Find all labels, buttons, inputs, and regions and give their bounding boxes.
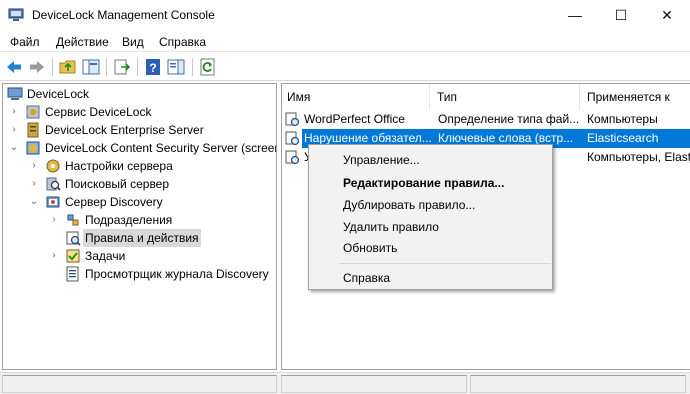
- context-menu-refresh[interactable]: Обновить: [343, 241, 397, 255]
- show-tree-icon[interactable]: [81, 57, 101, 77]
- context-menu-duplicate-rule[interactable]: Дублировать правило...: [343, 198, 475, 212]
- back-arrow-icon[interactable]: [4, 57, 24, 77]
- cell-applies-to: Elasticsearch: [582, 129, 690, 148]
- tree-item-rules-and-actions[interactable]: Правила и действия: [3, 229, 273, 247]
- cell-name: WordPerfect Office: [304, 112, 405, 126]
- tree-item-devicelock-service[interactable]: › Сервис DeviceLock: [3, 103, 273, 121]
- tree-item-label: Настройки сервера: [65, 159, 173, 173]
- column-header-name[interactable]: Имя: [282, 84, 430, 110]
- tasks-icon: [66, 249, 80, 263]
- tree-item-content-security-server[interactable]: ⌄ DeviceLock Content Security Server (sc…: [3, 139, 277, 157]
- menu-action[interactable]: Действие: [56, 35, 109, 49]
- rule-icon: [285, 112, 300, 127]
- toolbar: ?: [0, 53, 690, 81]
- chevron-right-icon[interactable]: ›: [29, 175, 39, 193]
- toolbar-separator: [137, 58, 138, 76]
- tree-item-label: Сервер Discovery: [65, 195, 163, 209]
- chevron-down-icon[interactable]: ⌄: [9, 139, 19, 157]
- rule-icon: [285, 131, 300, 146]
- cell-applies-to: Компьютеры, Elast: [587, 150, 690, 164]
- cell-applies-to: Компьютеры: [587, 112, 658, 126]
- export-icon[interactable]: [112, 57, 132, 77]
- up-folder-icon[interactable]: [58, 57, 78, 77]
- tree-item-server-settings[interactable]: › Настройки сервера: [3, 157, 273, 175]
- context-menu-help[interactable]: Справка: [343, 271, 390, 285]
- tree-item-label: Правила и действия: [83, 229, 201, 247]
- tree-item-units[interactable]: › Подразделения: [3, 211, 273, 229]
- toolbar-separator: [52, 58, 53, 76]
- context-menu-manage[interactable]: Управление...: [343, 153, 420, 167]
- tree-item-label: Сервис DeviceLock: [45, 105, 152, 119]
- chevron-right-icon[interactable]: ›: [49, 211, 59, 229]
- tree-item-label: DeviceLock: [27, 87, 90, 101]
- minimize-button[interactable]: —: [552, 0, 598, 30]
- toolbar-separator: [192, 58, 193, 76]
- computer-icon: [7, 87, 23, 100]
- rule-icon: [285, 150, 300, 165]
- window-title: DeviceLock Management Console: [32, 8, 215, 22]
- context-menu-edit-rule[interactable]: Редактирование правила...: [343, 176, 504, 190]
- status-segment: [470, 375, 686, 393]
- tree-item-devicelock[interactable]: DeviceLock: [3, 85, 273, 103]
- log-viewer-icon: [66, 266, 79, 282]
- status-bar: [0, 372, 690, 394]
- refresh-icon[interactable]: [198, 57, 218, 77]
- menu-bar: Файл Действие Вид Справка: [0, 31, 690, 52]
- tree-item-label: Подразделения: [85, 213, 173, 227]
- tree-item-label: Просмотрщик журнала Discovery: [85, 267, 269, 281]
- search-server-icon: [46, 177, 61, 191]
- units-icon: [67, 214, 79, 226]
- server-icon: [27, 122, 39, 138]
- service-icon: [26, 105, 40, 119]
- tree-item-discovery-log-viewer[interactable]: Просмотрщик журнала Discovery: [3, 265, 276, 283]
- tree-item-label: DeviceLock Content Security Server (scre…: [45, 141, 277, 155]
- status-segment: [2, 375, 277, 393]
- chevron-right-icon[interactable]: ›: [9, 121, 19, 139]
- chevron-down-icon[interactable]: ⌄: [29, 193, 39, 211]
- console-tree[interactable]: DeviceLock › Сервис DeviceLock › DeviceL…: [2, 83, 277, 370]
- column-header-type[interactable]: Тип: [432, 84, 580, 110]
- tree-item-search-server[interactable]: › Поисковый сервер: [3, 175, 273, 193]
- tree-item-tasks[interactable]: › Задачи: [3, 247, 273, 265]
- chevron-right-icon[interactable]: ›: [49, 247, 59, 265]
- svg-text:?: ?: [149, 61, 156, 75]
- menu-file[interactable]: Файл: [10, 35, 40, 49]
- status-segment: [281, 375, 467, 393]
- forward-arrow-icon[interactable]: [27, 57, 47, 77]
- maximize-button[interactable]: ☐: [598, 0, 644, 30]
- tree-item-label: Задачи: [85, 249, 126, 263]
- chevron-right-icon[interactable]: ›: [9, 103, 19, 121]
- help-icon[interactable]: ?: [143, 57, 163, 77]
- title-bar: DeviceLock Management Console — ☐ ✕: [0, 0, 690, 30]
- chevron-right-icon[interactable]: ›: [29, 157, 39, 175]
- discovery-icon: [46, 196, 60, 208]
- close-button[interactable]: ✕: [644, 0, 690, 30]
- toolbar-separator: [106, 58, 107, 76]
- column-header-applies-to[interactable]: Применяется к: [582, 84, 690, 110]
- security-server-icon: [26, 141, 40, 155]
- tree-item-label: Поисковый сервер: [65, 177, 170, 191]
- context-menu-separator: [339, 263, 551, 264]
- context-menu-delete-rule[interactable]: Удалить правило: [343, 220, 439, 234]
- action-pane-icon[interactable]: [166, 57, 186, 77]
- cell-type: Определение типа фай...: [438, 112, 580, 126]
- menu-help[interactable]: Справка: [159, 35, 206, 49]
- menu-view[interactable]: Вид: [122, 35, 144, 49]
- tree-item-enterprise-server[interactable]: › DeviceLock Enterprise Server: [3, 121, 273, 139]
- tree-item-discovery-server[interactable]: ⌄ Сервер Discovery: [3, 193, 273, 211]
- list-row[interactable]: WordPerfect Office Определение типа фай.…: [282, 110, 690, 129]
- app-icon: [8, 8, 24, 21]
- rules-icon: [66, 231, 81, 246]
- gear-icon: [46, 159, 60, 173]
- tree-item-label: DeviceLock Enterprise Server: [45, 123, 204, 137]
- context-menu: Управление... Редактирование правила... …: [308, 144, 553, 290]
